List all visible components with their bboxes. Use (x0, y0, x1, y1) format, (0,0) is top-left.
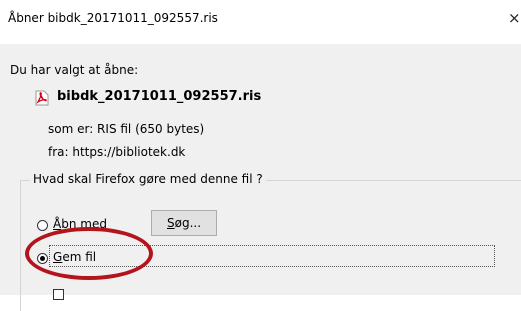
dialog-body: Du har valgt at åbne: bibdk_20171011_092… (0, 44, 521, 311)
open-heading: Du har valgt at åbne: (10, 63, 139, 77)
browse-rest: øg... (174, 216, 202, 230)
file-name: bibdk_20171011_092557.ris (57, 89, 262, 104)
open-with-radio[interactable] (37, 220, 48, 231)
highlight-ellipse (25, 227, 153, 280)
browse-button[interactable]: Søg... (151, 210, 217, 236)
dialog-title: Åbner bibdk_20171011_092557.ris (8, 11, 218, 25)
file-type-info: som er: RIS fil (650 bytes) (48, 122, 205, 136)
action-group-label: Hvad skal Firefox gøre med denne fil ? (30, 172, 266, 186)
dialog-titlebar: Åbner bibdk_20171011_092557.ris × (0, 0, 521, 36)
file-source-info: fra: https://bibliotek.dk (48, 145, 186, 159)
close-icon[interactable]: × (508, 9, 521, 27)
browse-accel: S (166, 216, 175, 230)
pdf-file-icon (35, 90, 49, 106)
